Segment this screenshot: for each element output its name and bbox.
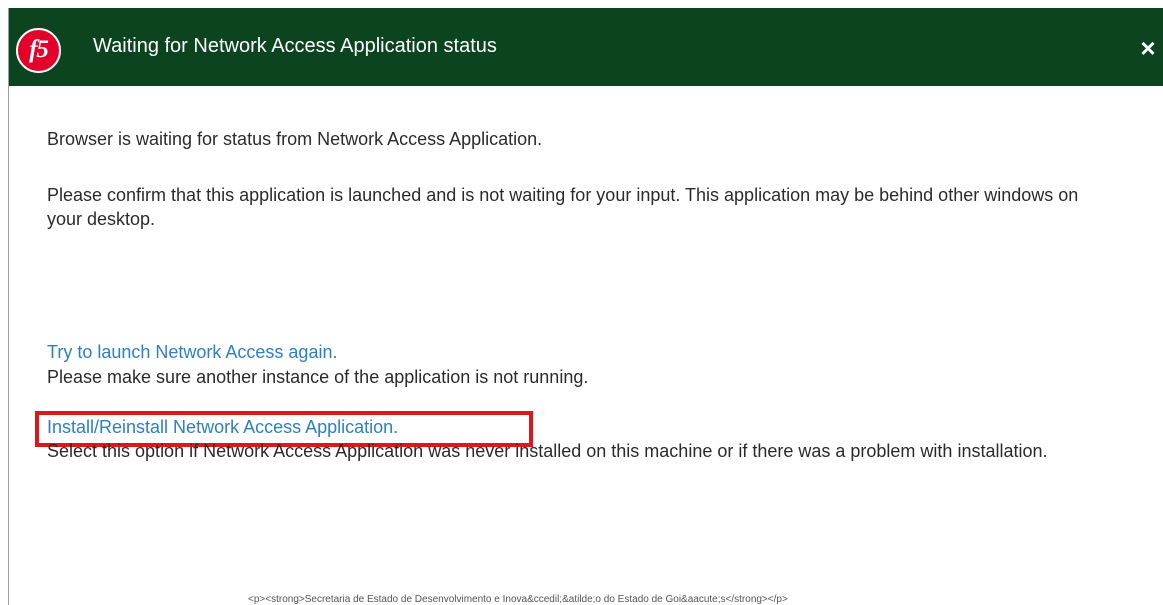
status-dialog: f5 Waiting for Network Access Applicatio… <box>8 8 1163 605</box>
dialog-titlebar: f5 Waiting for Network Access Applicatio… <box>9 8 1163 86</box>
waiting-message: Browser is waiting for status from Netwo… <box>47 129 543 149</box>
relaunch-note: Please make sure another instance of the… <box>47 367 589 387</box>
footer-text: <p><strong>Secretaria de Estado de Desen… <box>248 594 788 605</box>
confirm-message: Please confirm that this application is … <box>47 185 1079 229</box>
install-note: Select this option if Network Access App… <box>47 441 1048 461</box>
install-link[interactable]: Install/Reinstall Network Access Applica… <box>47 415 398 439</box>
page: f5 Waiting for Network Access Applicatio… <box>0 0 1163 605</box>
relaunch-link[interactable]: Try to launch Network Access again. <box>47 340 337 364</box>
dialog-title: Waiting for Network Access Application s… <box>93 35 497 57</box>
logo-text: f5 <box>29 36 49 63</box>
close-icon[interactable]: × <box>1135 35 1161 61</box>
f5-logo-icon: f5 <box>16 28 61 73</box>
